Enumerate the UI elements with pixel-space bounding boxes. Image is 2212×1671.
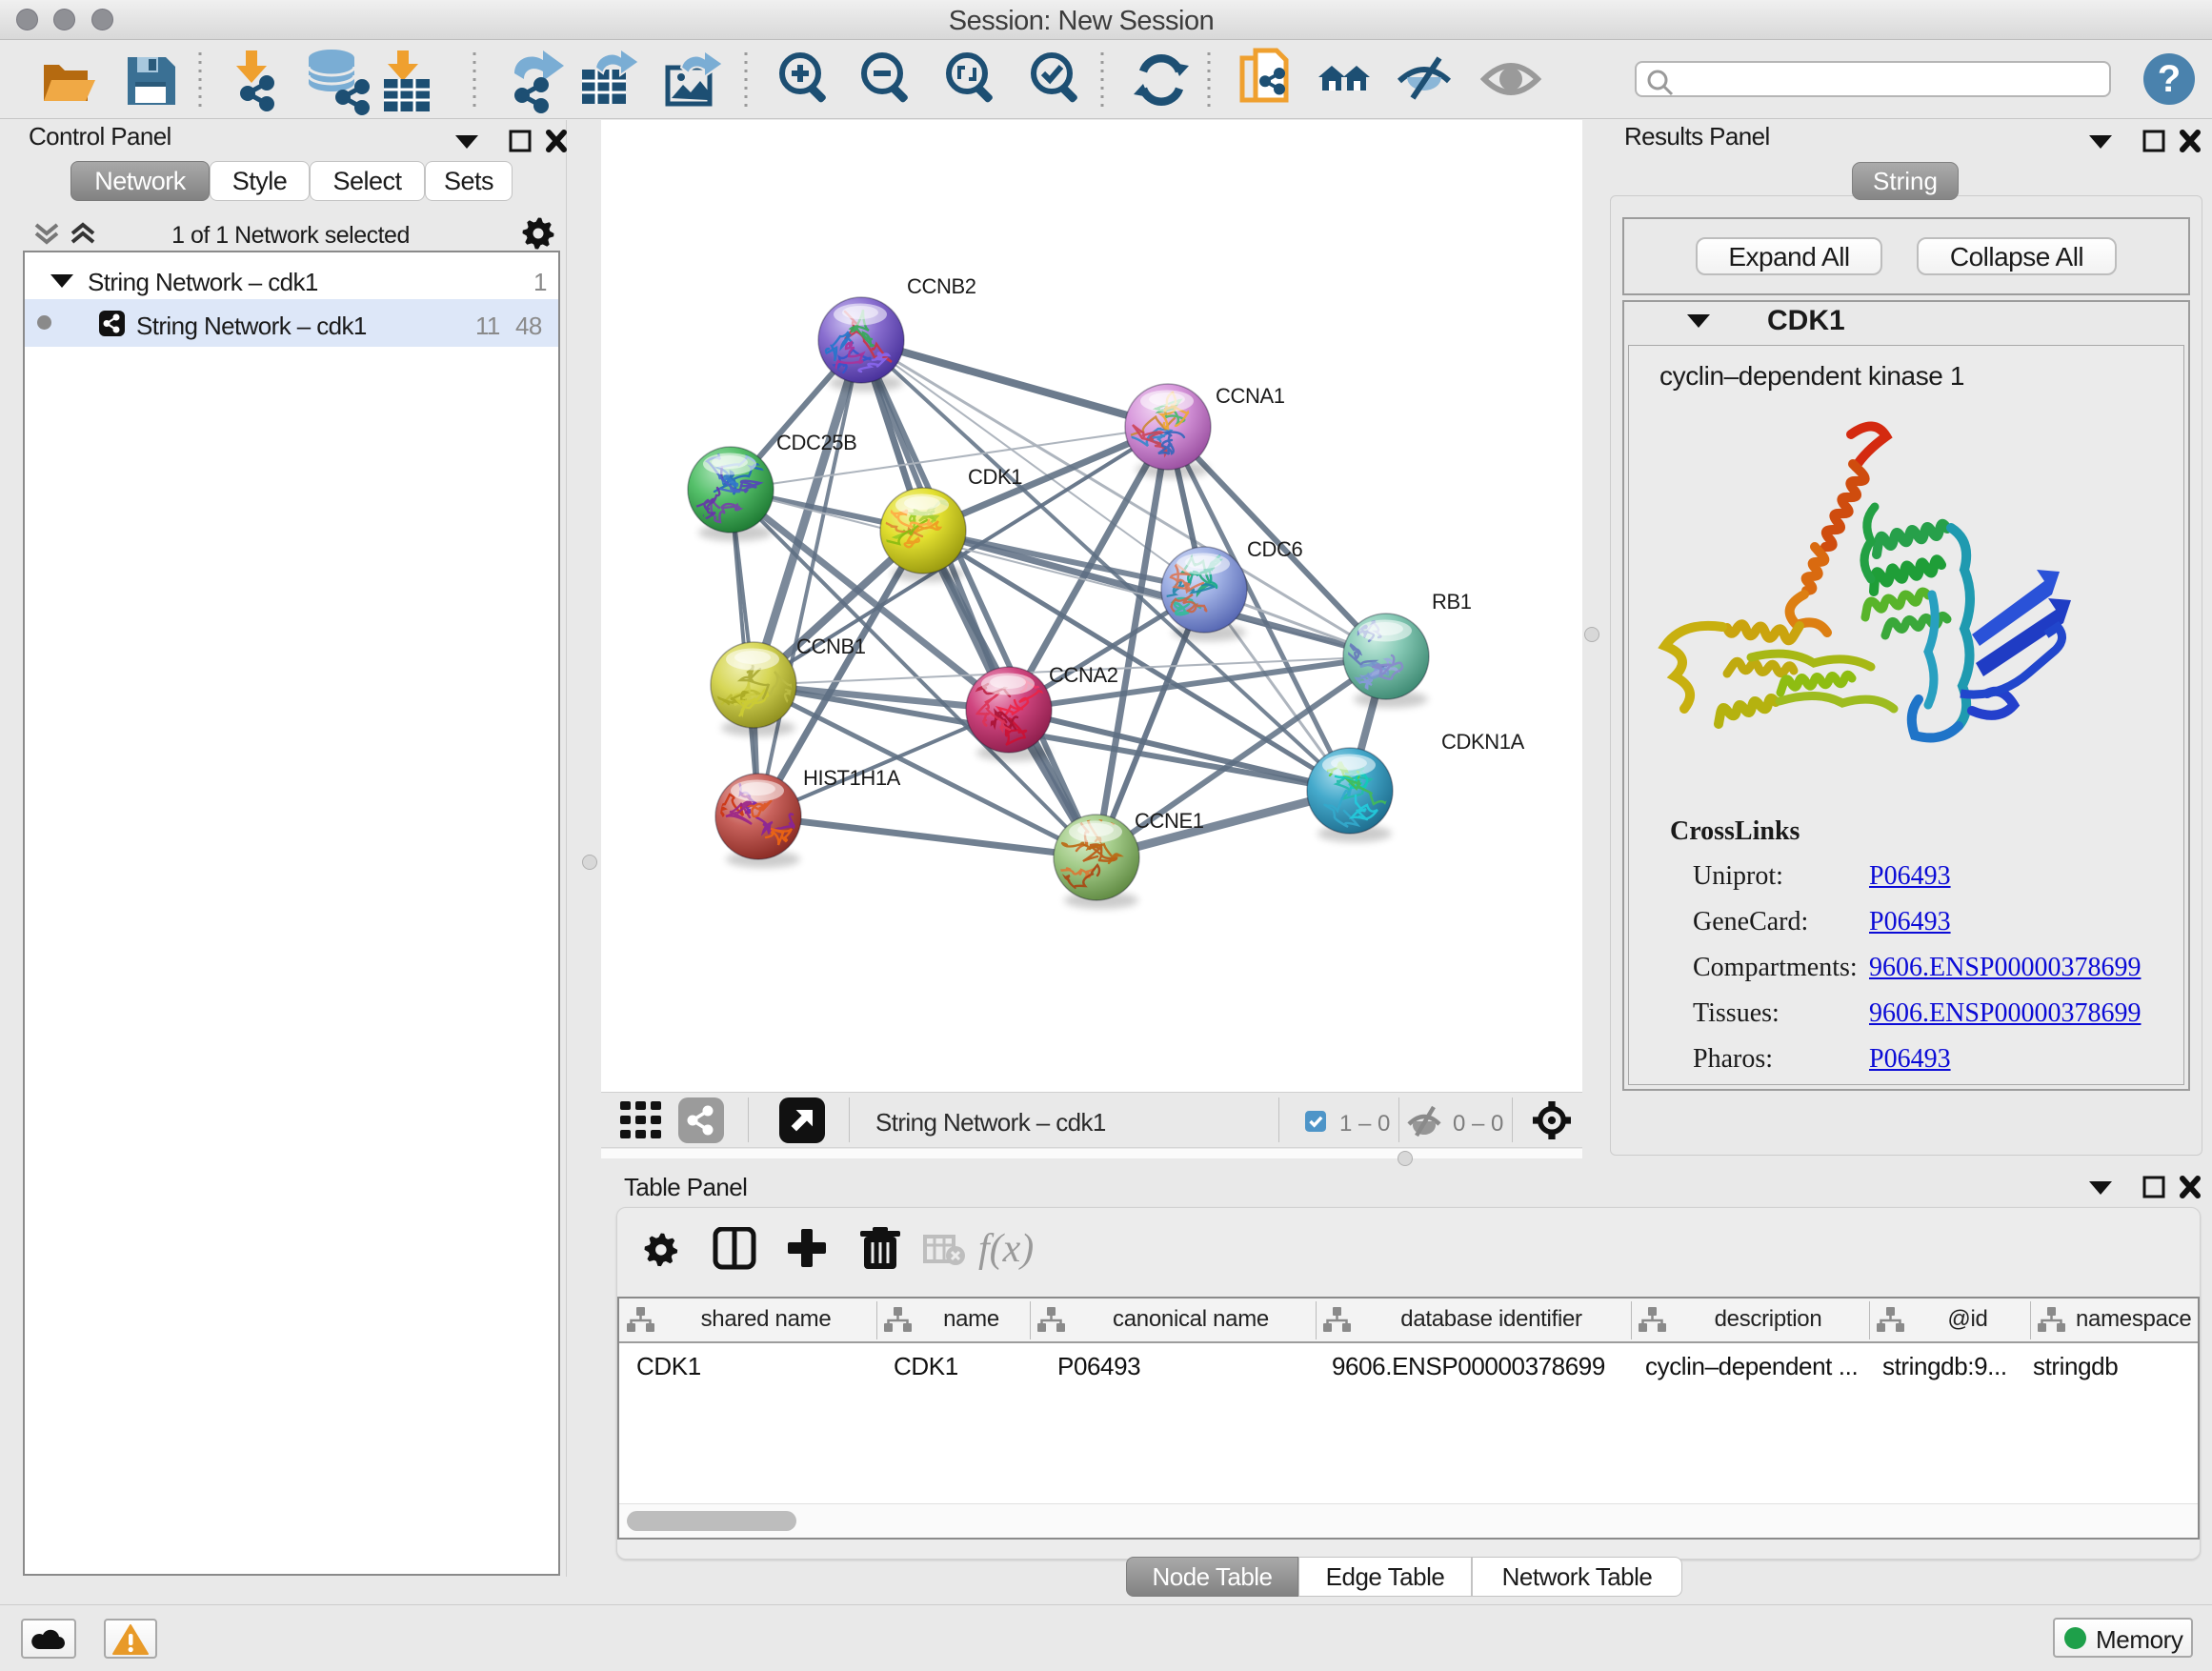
svg-text:CCNB1: CCNB1 (796, 634, 866, 658)
svg-text:CDK1: CDK1 (968, 465, 1022, 489)
svg-text:CCNE1: CCNE1 (1135, 809, 1204, 833)
svg-text:CDKN1A: CDKN1A (1441, 730, 1525, 754)
svg-text:CCNB2: CCNB2 (907, 274, 976, 298)
svg-text:CDC6: CDC6 (1247, 537, 1302, 561)
svg-text:f(x): f(x) (978, 1227, 1034, 1271)
svg-text:CCNA1: CCNA1 (1216, 384, 1285, 408)
svg-text:CDC25B: CDC25B (776, 431, 856, 454)
svg-text:RB1: RB1 (1432, 590, 1472, 614)
svg-text:CCNA2: CCNA2 (1049, 663, 1118, 687)
svg-text:HIST1H1A: HIST1H1A (803, 766, 901, 790)
